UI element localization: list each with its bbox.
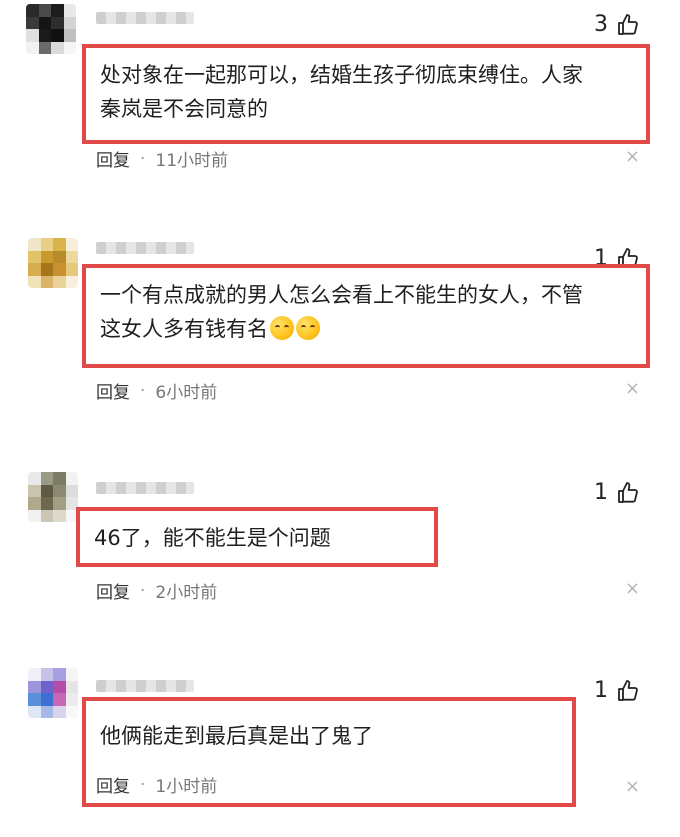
thumbs-up-icon: [618, 679, 638, 701]
close-icon[interactable]: ×: [625, 578, 640, 599]
timestamp: 11小时前: [155, 151, 229, 171]
thumbs-up-icon: [618, 13, 638, 35]
reply-button[interactable]: 回复: [96, 578, 130, 603]
avatar[interactable]: [28, 238, 78, 288]
like-count: 3: [594, 12, 608, 37]
avatar[interactable]: [28, 668, 78, 718]
smirk-emoji-icon: [296, 316, 320, 340]
username[interactable]: [96, 680, 194, 692]
comment-list: 3 处对象在一起那可以，结婚生孩子彻底束缚住。人家 秦岚是不会同意的 回复 · …: [0, 0, 680, 837]
timestamp: 6小时前: [155, 383, 218, 403]
comment-meta: 回复 · 2小时前: [96, 578, 218, 604]
like-button[interactable]: 1: [594, 678, 640, 703]
comment-meta: 回复 · 1小时前: [96, 772, 218, 798]
thumbs-up-icon: [618, 481, 638, 503]
close-icon[interactable]: ×: [625, 378, 640, 399]
comment-text: 46了，能不能生是个问题: [76, 507, 438, 567]
smirk-emoji-icon: [270, 316, 294, 340]
timestamp: 1小时前: [155, 777, 218, 797]
avatar[interactable]: [28, 472, 78, 522]
username[interactable]: [96, 242, 194, 254]
reply-button[interactable]: 回复: [96, 146, 130, 171]
comment-meta: 回复 · 11小时前: [96, 146, 229, 172]
separator-dot: ·: [140, 774, 146, 795]
separator-dot: ·: [140, 380, 146, 401]
like-count: 1: [594, 678, 608, 703]
close-icon[interactable]: ×: [625, 776, 640, 797]
comment-text: 一个有点成就的男人怎么会看上不能生的女人，不管 这女人多有钱有名: [82, 264, 650, 368]
avatar[interactable]: [26, 4, 76, 54]
like-button[interactable]: 3: [594, 12, 640, 37]
username[interactable]: [96, 12, 194, 24]
separator-dot: ·: [140, 580, 146, 601]
reply-button[interactable]: 回复: [96, 772, 130, 797]
separator-dot: ·: [140, 148, 146, 169]
timestamp: 2小时前: [155, 583, 218, 603]
close-icon[interactable]: ×: [625, 146, 640, 167]
comment-meta: 回复 · 6小时前: [96, 378, 218, 404]
reply-button[interactable]: 回复: [96, 378, 130, 403]
like-button[interactable]: 1: [594, 480, 640, 505]
like-count: 1: [594, 480, 608, 505]
comment-text: 处对象在一起那可以，结婚生孩子彻底束缚住。人家 秦岚是不会同意的: [82, 44, 650, 144]
username[interactable]: [96, 482, 194, 494]
